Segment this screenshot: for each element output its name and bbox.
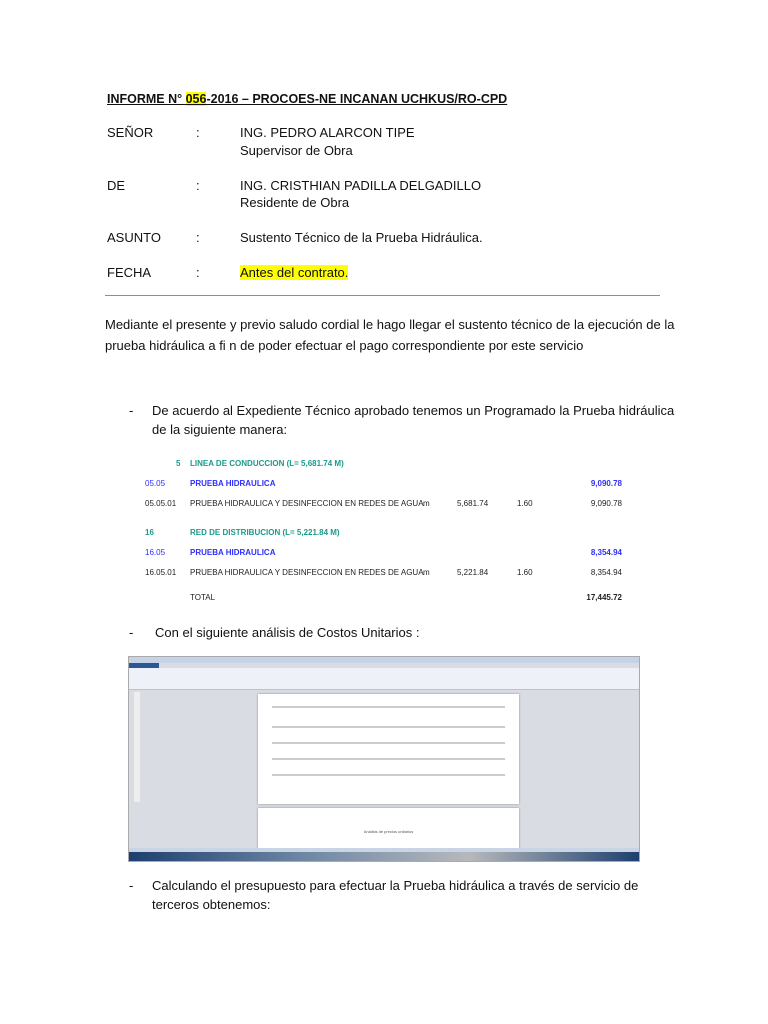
recipient-role: Supervisor de Obra [240,143,353,158]
bullet-1-line-2: de la siguiente manera: [152,422,288,437]
page-2: Análisis de precios unitarios [258,808,519,853]
embedded-word-screenshot: Análisis de precios unitarios [128,656,640,862]
bullet-dash: - [129,878,134,893]
bullet-2-line-1: Con el siguiente análisis de Costos Unit… [155,625,420,640]
title-prefix: INFORME N° [107,92,186,106]
date-value: Antes del contrato. [240,265,349,280]
sep: : [196,178,200,193]
label-senor: SEÑOR [107,125,154,140]
bullet-1-line-1: De acuerdo al Expediente Técnico aprobad… [152,403,675,418]
label-de: DE [107,178,126,193]
section-title: RED DE DISTRIBUCION (L= 5,221.84 M) [190,528,340,537]
item-unit: m [423,499,430,508]
item-qty: 5,221.84 [457,568,489,577]
subsection-total: 8,354.94 [590,548,622,557]
item-desc: PRUEBA HIDRAULICA Y DESINFECCION EN REDE… [190,568,424,577]
intro-line-2: prueba hidráulica a fi n de poder efectu… [105,338,584,353]
total-value: 17,445.72 [586,593,622,602]
bullet-dash: - [129,403,134,418]
sender-role: Residente de Obra [240,195,350,210]
item-unit: m [423,568,430,577]
sender-name: ING. CRISTHIAN PADILLA DELGADILLO [240,178,482,193]
subsection-title: PRUEBA HIDRAULICA [190,479,276,488]
section-title: LINEA DE CONDUCCION (L= 5,681.74 M) [190,459,344,468]
report-number: 056 [185,92,207,106]
subsection-code: 05.05 [145,479,166,488]
subsection-code: 16.05 [145,548,166,557]
ribbon [129,668,639,690]
sep: : [196,230,200,245]
intro-line-1: Mediante el presente y previo saludo cor… [105,317,675,332]
report-title: INFORME N° 056-2016 – PROCOES-NE INCANAN… [107,92,507,106]
page-2-title: Análisis de precios unitarios [363,829,414,834]
bullet-3-line-1: Calculando el presupuesto para efectuar … [152,878,639,893]
taskbar [129,852,639,861]
divider [105,295,660,296]
subsection-title: PRUEBA HIDRAULICA [190,548,276,557]
bullet-dash: - [129,625,134,640]
item-desc: PRUEBA HIDRAULICA Y DESINFECCION EN REDE… [190,499,424,508]
item-price: 1.60 [517,499,533,508]
outline-pane [134,692,140,802]
section-code: 16 [145,528,154,537]
item-code: 05.05.01 [145,499,177,508]
recipient-name: ING. PEDRO ALARCON TIPE [240,125,415,140]
page-1 [258,694,519,804]
subject: Sustento Técnico de la Prueba Hidráulica… [240,230,483,245]
item-total: 9,090.78 [590,499,622,508]
sep: : [196,125,200,140]
item-code: 16.05.01 [145,568,177,577]
section-code: 5 [176,459,181,468]
subsection-total: 9,090.78 [590,479,622,488]
total-label: TOTAL [190,593,216,602]
sep: : [196,265,200,280]
item-total: 8,354.94 [590,568,622,577]
title-bar [129,657,639,663]
bullet-3-line-2: terceros obtenemos: [152,897,271,912]
item-qty: 5,681.74 [457,499,489,508]
item-price: 1.60 [517,568,533,577]
label-fecha: FECHA [107,265,152,280]
label-asunto: ASUNTO [107,230,161,245]
title-suffix: -2016 – PROCOES-NE INCANAN UCHKUS/RO-CPD [206,92,508,106]
